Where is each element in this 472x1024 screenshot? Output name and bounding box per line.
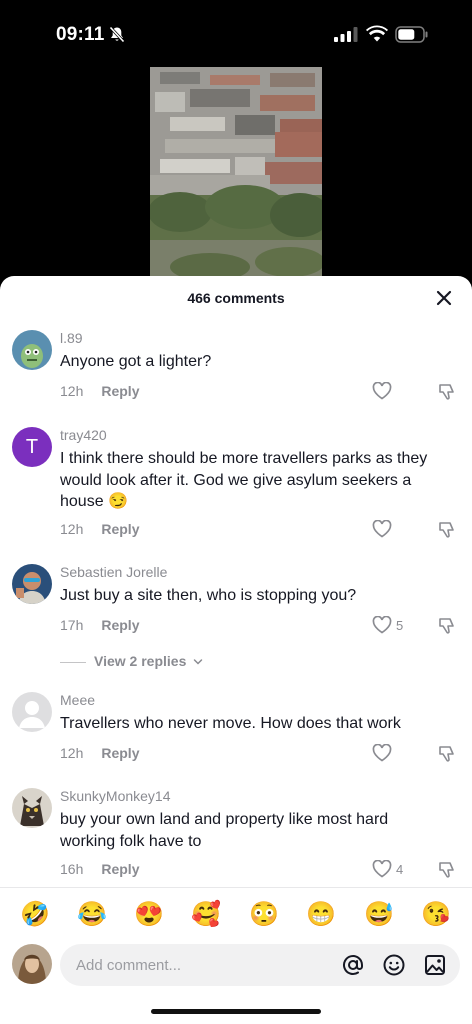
comment-meta: 12h Reply <box>60 521 139 537</box>
comment-time: 12h <box>60 521 84 537</box>
comment-meta: 16h Reply <box>60 861 139 877</box>
avatar-image <box>12 944 52 984</box>
reply-button[interactable]: Reply <box>101 861 139 877</box>
home-indicator <box>151 1009 321 1014</box>
avatar[interactable] <box>12 788 52 828</box>
comment-text: Travellers who never move. How does that… <box>60 715 401 732</box>
view-replies-label: View 2 replies <box>94 653 187 669</box>
image-icon[interactable] <box>424 954 446 976</box>
at-icon[interactable] <box>342 954 364 976</box>
comment-item: Sebastien Jorelle Just buy a site then, … <box>0 564 472 644</box>
reply-button[interactable]: Reply <box>101 745 139 761</box>
comment-text: Just buy a site then, who is stopping yo… <box>60 587 357 604</box>
avatar-image <box>12 788 52 828</box>
comment-item: l.89 Anyone got a lighter? 12h Reply <box>0 330 472 410</box>
reply-button[interactable]: Reply <box>101 521 139 537</box>
avatar[interactable] <box>12 564 52 604</box>
wifi-icon <box>366 25 388 42</box>
video-player[interactable] <box>150 67 322 282</box>
comment-text: Anyone got a lighter? <box>60 353 212 370</box>
bell-muted-icon <box>109 26 125 43</box>
divider-line <box>60 661 86 663</box>
comment-input[interactable] <box>76 944 326 986</box>
heart-outline-icon[interactable] <box>372 382 392 400</box>
thumbs-down-icon[interactable] <box>438 745 456 763</box>
avatar-image <box>12 330 52 370</box>
emoji-heart-eyes-button[interactable]: 😍 <box>134 900 164 930</box>
view-replies-button[interactable]: View 2 replies <box>60 653 203 669</box>
comment-item: SkunkyMonkey14 buy your own land and pro… <box>0 788 472 888</box>
emoji-flushed-button[interactable]: 😳 <box>249 900 279 930</box>
comment-item: T tray420 I think there should be more t… <box>0 427 472 547</box>
comment-input-wrapper[interactable] <box>60 944 460 986</box>
comment-meta: 12h Reply <box>60 383 139 399</box>
comment-username[interactable]: Sebastien Jorelle <box>60 564 167 580</box>
emoji-smiling-hearts-button[interactable]: 🥰 <box>191 900 221 930</box>
emoji-grin-button[interactable]: 😁 <box>306 900 336 930</box>
emoji-kiss-button[interactable]: 😘 <box>421 900 451 930</box>
chevron-down-icon <box>194 659 203 665</box>
comment-time: 12h <box>60 745 84 761</box>
quick-emoji-row: 🤣 😂 😍 🥰 😳 😁 😅 😘 <box>0 900 472 930</box>
default-avatar-icon <box>12 692 52 732</box>
heart-outline-icon[interactable] <box>372 744 392 762</box>
thumbs-down-icon[interactable] <box>438 861 456 879</box>
status-time: 09:11 <box>56 24 105 45</box>
comment-username[interactable]: tray420 <box>60 427 107 443</box>
heart-outline-icon[interactable] <box>372 860 392 878</box>
emoji-joy-button[interactable]: 😂 <box>77 900 107 930</box>
thumbs-down-icon[interactable] <box>438 383 456 401</box>
comment-meta: 12h Reply <box>60 745 139 761</box>
thumbs-down-icon[interactable] <box>438 521 456 539</box>
avatar-letter: T <box>25 436 39 458</box>
comment-username[interactable]: l.89 <box>60 330 83 346</box>
battery-icon <box>395 26 428 43</box>
comment-text: I think there should be more travellers … <box>60 450 428 510</box>
cellular-signal-icon <box>334 27 358 42</box>
smiley-icon[interactable] <box>383 954 405 976</box>
comment-time: 12h <box>60 383 84 399</box>
current-user-avatar <box>12 944 52 984</box>
comment-time: 16h <box>60 861 84 877</box>
comment-username[interactable]: Meee <box>60 692 95 708</box>
reply-button[interactable]: Reply <box>101 383 139 399</box>
comment-meta: 17h Reply <box>60 617 139 633</box>
comment-time: 17h <box>60 617 84 633</box>
avatar[interactable] <box>12 330 52 370</box>
emoji-rofl-button[interactable]: 🤣 <box>20 900 50 930</box>
heart-outline-icon[interactable] <box>372 616 392 634</box>
comment-composer: 🤣 😂 😍 🥰 😳 😁 😅 😘 <box>0 887 472 1024</box>
avatar[interactable] <box>12 692 52 732</box>
video-frame-image <box>150 67 322 282</box>
reply-button[interactable]: Reply <box>101 617 139 633</box>
close-icon[interactable] <box>434 288 454 308</box>
avatar-image <box>12 564 52 604</box>
comments-count-title: 466 comments <box>187 290 285 306</box>
comments-header: 466 comments <box>0 276 472 322</box>
comment-username[interactable]: SkunkyMonkey14 <box>60 788 171 804</box>
avatar[interactable]: T <box>12 427 52 467</box>
emoji-sweat-smile-button[interactable]: 😅 <box>364 900 394 930</box>
comment-item: Meee Travellers who never move. How does… <box>0 692 472 772</box>
status-bar: 09:11 <box>0 0 472 70</box>
comment-text: buy your own land and property like most… <box>60 811 389 850</box>
heart-outline-icon[interactable] <box>372 520 392 538</box>
like-count: 4 <box>396 862 404 877</box>
thumbs-down-icon[interactable] <box>438 617 456 635</box>
like-count: 5 <box>396 618 404 633</box>
